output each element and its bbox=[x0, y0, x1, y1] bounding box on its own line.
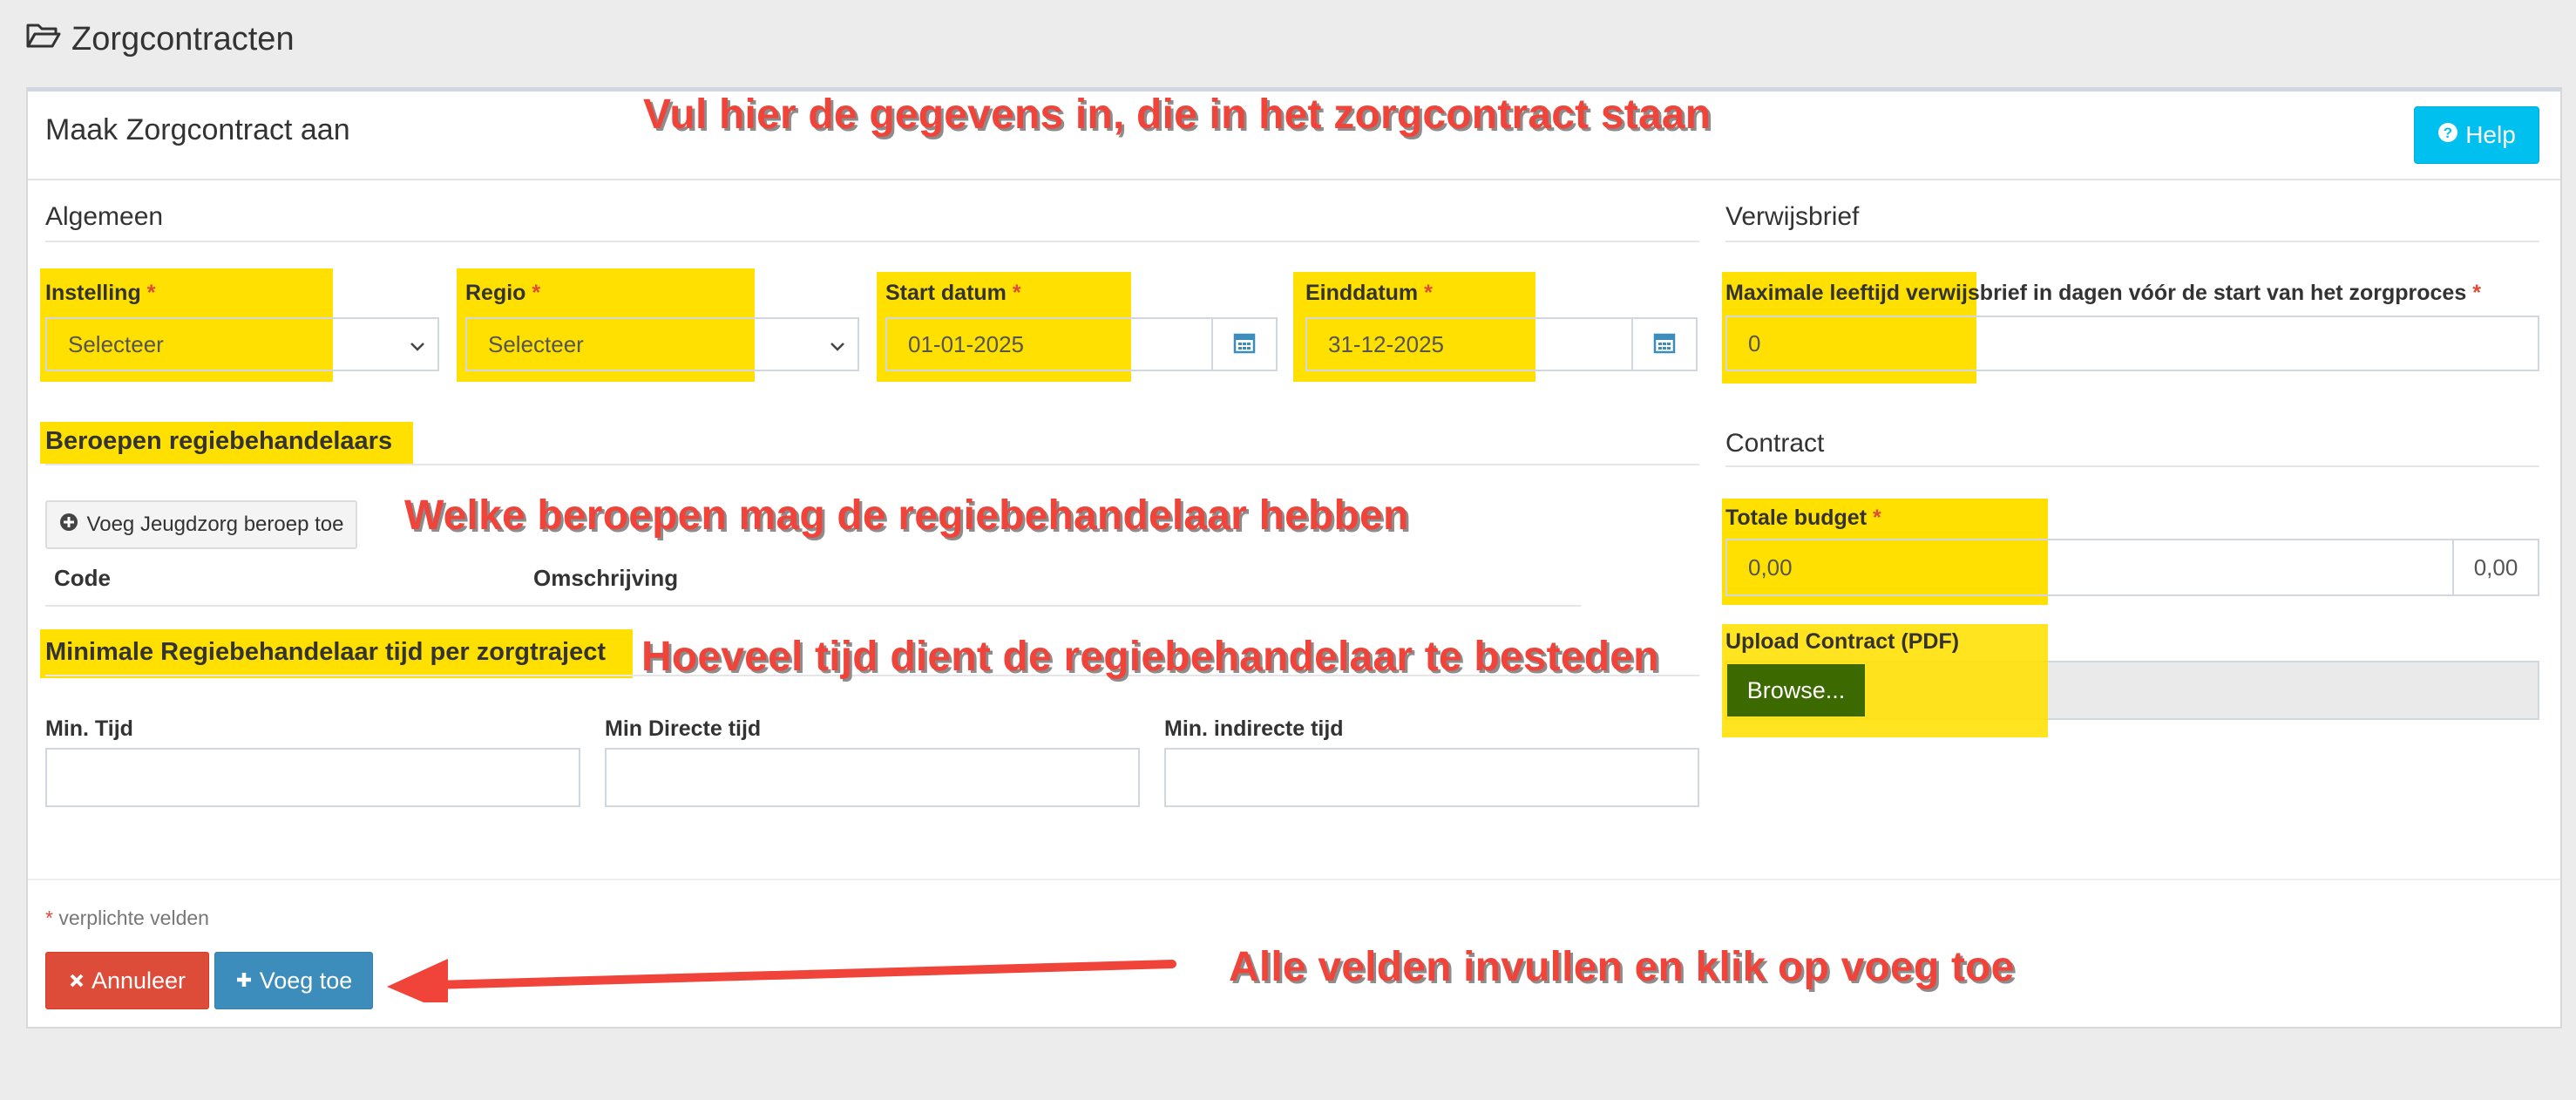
instelling-select[interactable]: Selecteer bbox=[45, 317, 439, 371]
add-label: Voeg toe bbox=[259, 967, 353, 994]
min-tijd-label: Min. Tijd bbox=[45, 716, 133, 741]
add-jeugdzorg-beroep-label: Voeg Jeugdzorg beroep toe bbox=[86, 513, 344, 536]
svg-text:?: ? bbox=[2444, 125, 2452, 141]
plus-circle-icon bbox=[59, 513, 78, 538]
start-datum-value: 01-01-2025 bbox=[908, 330, 1024, 357]
annotation-top: Vul hier de gegevens in, die in het zorg… bbox=[643, 92, 1712, 138]
verwijsbrief-heading: Verwijsbrief bbox=[1725, 202, 1860, 231]
budget-addon: 0,00 bbox=[2452, 539, 2539, 596]
chevron-down-icon bbox=[410, 331, 425, 358]
plus-icon bbox=[235, 968, 253, 995]
calendar-icon bbox=[1233, 331, 1256, 358]
regio-value: Selecteer bbox=[488, 330, 584, 357]
algemeen-heading: Algemeen bbox=[45, 202, 164, 231]
times-icon bbox=[69, 968, 85, 995]
cancel-button[interactable]: Annuleer bbox=[45, 952, 209, 1009]
budget-input[interactable]: 0,00 bbox=[1725, 539, 2454, 596]
beroepen-heading: Beroepen regiebehandelaars bbox=[45, 427, 393, 455]
beroepen-divider bbox=[45, 464, 1699, 465]
footer-divider bbox=[28, 879, 2560, 880]
contract-divider bbox=[1725, 465, 2539, 467]
annotation-tijd: Hoeveel tijd dient de regiebehandelaar t… bbox=[641, 634, 1659, 680]
einddatum-label: Einddatum * bbox=[1305, 281, 1433, 305]
browse-button[interactable]: Browse... bbox=[1727, 664, 1865, 716]
start-datum-label: Start datum * bbox=[885, 281, 1021, 305]
page-title: Zorgcontracten bbox=[26, 21, 295, 58]
help-button[interactable]: ? Help bbox=[2414, 106, 2539, 164]
min-directe-tijd-input[interactable] bbox=[605, 748, 1140, 807]
contract-heading: Contract bbox=[1725, 429, 1825, 458]
verwijsbrief-max-input[interactable]: 0 bbox=[1725, 316, 2539, 371]
instelling-label: Instelling * bbox=[45, 281, 156, 305]
min-tijd-input[interactable] bbox=[45, 748, 580, 807]
chevron-down-icon bbox=[830, 331, 845, 358]
help-label: Help bbox=[2465, 121, 2516, 148]
question-circle-icon: ? bbox=[2437, 121, 2458, 149]
einddatum-value: 31-12-2025 bbox=[1328, 330, 1444, 357]
annotation-beroepen: Welke beroepen mag de regiebehandelaar h… bbox=[404, 492, 1409, 539]
column-header-code: Code bbox=[54, 565, 111, 591]
min-directe-tijd-label: Min Directe tijd bbox=[605, 716, 762, 741]
instelling-value: Selecteer bbox=[68, 330, 164, 357]
required-note: * verplichte velden bbox=[45, 906, 209, 929]
regio-label: Regio * bbox=[465, 281, 541, 305]
start-datum-input[interactable]: 01-01-2025 bbox=[885, 317, 1213, 371]
verwijsbrief-max-label: Maximale leeftijd verwijsbrief in dagen … bbox=[1725, 281, 2481, 305]
algemeen-divider bbox=[45, 241, 1699, 242]
upload-label: Upload Contract (PDF) bbox=[1725, 629, 1960, 654]
folder-open-icon bbox=[26, 21, 61, 58]
start-datum-calendar-button[interactable] bbox=[1211, 317, 1278, 371]
add-jeugdzorg-beroep-button[interactable]: Voeg Jeugdzorg beroep toe bbox=[45, 500, 357, 549]
min-indirecte-tijd-input[interactable] bbox=[1164, 748, 1699, 807]
annotation-bottom: Alle velden invullen en klik op voeg toe bbox=[1229, 944, 2015, 990]
minimale-heading: Minimale Regiebehandelaar tijd per zorgt… bbox=[45, 638, 606, 666]
column-header-omschrijving: Omschrijving bbox=[533, 565, 679, 591]
budget-value: 0,00 bbox=[1748, 553, 1793, 581]
einddatum-calendar-button[interactable] bbox=[1631, 317, 1698, 371]
card-title: Maak Zorgcontract aan bbox=[45, 113, 350, 146]
add-button[interactable]: Voeg toe bbox=[214, 952, 373, 1009]
regio-select[interactable]: Selecteer bbox=[465, 317, 859, 371]
annotation-arrow bbox=[387, 959, 1176, 1002]
min-indirecte-tijd-label: Min. indirecte tijd bbox=[1164, 716, 1344, 741]
budget-label: Totale budget * bbox=[1725, 506, 1881, 530]
verwijsbrief-divider bbox=[1725, 241, 2539, 242]
cancel-label: Annuleer bbox=[91, 967, 186, 994]
einddatum-input[interactable]: 31-12-2025 bbox=[1305, 317, 1633, 371]
page-title-text: Zorgcontracten bbox=[71, 21, 295, 58]
beroepen-table-divider bbox=[45, 605, 1581, 607]
calendar-icon bbox=[1653, 331, 1676, 358]
verwijsbrief-max-value: 0 bbox=[1748, 329, 1761, 356]
